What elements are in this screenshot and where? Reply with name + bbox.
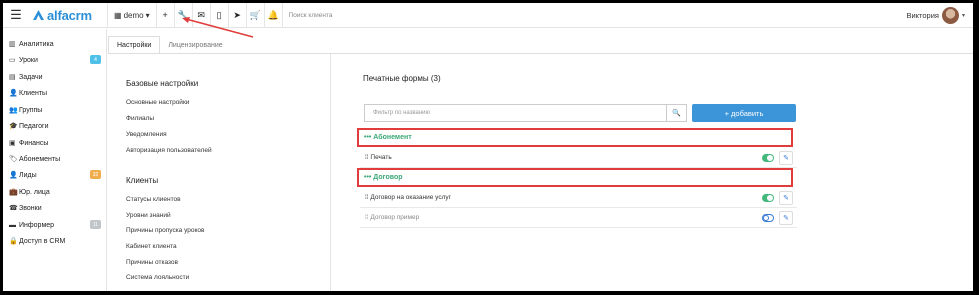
sidebar-item-lessons[interactable]: ▭ Уроки 4 bbox=[9, 53, 101, 67]
sidebar-item-label: Доступ в CRM bbox=[19, 237, 66, 245]
sidebar-item-analytics[interactable]: ▥ Аналитика bbox=[9, 37, 101, 51]
menu-link-client-cabinet[interactable]: Кабинет клиента bbox=[126, 243, 177, 250]
settings-menu: Базовые настройки Основные настройки Фил… bbox=[108, 54, 331, 291]
user-name: Виктория bbox=[906, 11, 939, 20]
add-button[interactable]: + добавить bbox=[692, 104, 796, 122]
sidebar-item-legal-entities[interactable]: 💼 Юр. лица bbox=[9, 185, 101, 199]
sidebar-item-groups[interactable]: 👥 Группы bbox=[9, 103, 101, 117]
menu-link-loyalty-system[interactable]: Система лояльности bbox=[126, 274, 189, 281]
users-icon: 👥 bbox=[9, 107, 18, 114]
tab-licensing[interactable]: Лицензирование bbox=[160, 36, 230, 54]
sidebar-item-label: Аналитика bbox=[19, 40, 54, 48]
toggle-switch[interactable] bbox=[762, 154, 774, 162]
sidebar-item-informer[interactable]: ▬ Информер 11 bbox=[9, 218, 101, 232]
settings-tabs: Настройки Лицензирование bbox=[108, 36, 231, 54]
group-label-subscription[interactable]: ••• Абонемент bbox=[364, 134, 412, 141]
menu-link-branches[interactable]: Филиалы bbox=[126, 115, 154, 122]
pencil-icon[interactable]: ✎ bbox=[779, 191, 793, 205]
top-bar: ☰ alfacrm ▦ demo ▾ + 🔧 ✉ ▯ ➤ 🛒 🔔 Поиск к… bbox=[3, 3, 973, 28]
sidebar-item-teachers[interactable]: 🎓 Педагоги bbox=[9, 119, 101, 133]
tag-icon: 🏷 bbox=[9, 156, 18, 163]
building-icon: ▦ bbox=[114, 10, 122, 20]
phone-call-icon: ☎ bbox=[9, 205, 18, 212]
app-window: ☰ alfacrm ▦ demo ▾ + 🔧 ✉ ▯ ➤ 🛒 🔔 Поиск к… bbox=[3, 3, 973, 291]
informer-icon: ▬ bbox=[9, 221, 16, 229]
pencil-icon[interactable]: ✎ bbox=[779, 211, 793, 225]
tasks-icon: ▤ bbox=[9, 74, 16, 81]
menu-link-user-auth[interactable]: Авторизация пользователей bbox=[126, 147, 212, 154]
toggle-switch[interactable] bbox=[762, 214, 774, 222]
add-button[interactable]: + bbox=[157, 3, 174, 28]
list-item-label: ⁞⁞ Печать bbox=[365, 154, 392, 161]
sidebar-item-label: Информер bbox=[19, 221, 55, 229]
avatar bbox=[941, 7, 959, 24]
chart-icon: ▥ bbox=[9, 41, 16, 48]
section-title-clients: Клиенты bbox=[126, 176, 159, 185]
sidebar-item-tasks[interactable]: ▤ Задачи bbox=[9, 70, 101, 84]
list-item-label: ⁞⁞ Договор пример bbox=[365, 214, 420, 221]
client-search-input[interactable]: Поиск клиента bbox=[283, 12, 333, 19]
lock-icon: 🔒 bbox=[9, 238, 18, 245]
menu-link-main-settings[interactable]: Основные настройки bbox=[126, 99, 189, 106]
list-item[interactable]: ⁞⁞ Печать ✎ bbox=[360, 149, 797, 168]
leads-badge: 32 bbox=[90, 170, 101, 179]
menu-link-client-statuses[interactable]: Статусы клиентов bbox=[126, 196, 181, 203]
sidebar-item-finance[interactable]: ▣ Финансы bbox=[9, 136, 101, 150]
toggle-switch[interactable] bbox=[762, 194, 774, 202]
list-item-label: ⁞⁞ Договор на оказание услуг bbox=[365, 194, 451, 201]
sidebar-item-crm-access[interactable]: 🔒 Доступ в CRM bbox=[9, 234, 101, 248]
section-title-basic: Базовые настройки bbox=[126, 79, 199, 88]
logo[interactable]: alfacrm bbox=[29, 3, 107, 28]
list-item[interactable]: ⁞⁞ Договор пример ✎ bbox=[360, 209, 797, 228]
bell-icon[interactable]: 🔔 bbox=[265, 3, 282, 28]
tab-settings[interactable]: Настройки bbox=[108, 36, 161, 54]
chevron-down-icon: ▾ bbox=[961, 13, 965, 19]
money-icon: ▣ bbox=[9, 140, 16, 147]
sidebar-item-label: Юр. лица bbox=[19, 188, 50, 196]
sidebar-item-label: Звонки bbox=[19, 204, 42, 212]
highlight-box bbox=[357, 168, 793, 187]
sidebar-item-subscriptions[interactable]: 🏷 Абонементы bbox=[9, 152, 101, 166]
lesson-icon: ▭ bbox=[9, 57, 16, 64]
sidebar-item-label: Педагоги bbox=[19, 122, 49, 130]
sidebar-item-label: Группы bbox=[19, 106, 43, 114]
sidebar-item-calls[interactable]: ☎ Звонки bbox=[9, 201, 101, 215]
sidebar-item-label: Уроки bbox=[19, 56, 38, 64]
sidebar-item-label: Клиенты bbox=[19, 89, 48, 97]
list-item[interactable]: ⁞⁞ Договор на оказание услуг ✎ bbox=[360, 189, 797, 208]
informer-badge: 11 bbox=[90, 220, 101, 229]
sidebar-item-leads[interactable]: 👤 Лиды 32 bbox=[9, 168, 101, 182]
logo-mark-icon bbox=[33, 10, 44, 20]
user-icon: 👤 bbox=[9, 90, 18, 97]
print-forms-title: Печатные формы (3) bbox=[363, 74, 441, 83]
search-icon[interactable]: 🔍 bbox=[667, 104, 687, 122]
sidebar-item-label: Лиды bbox=[19, 171, 37, 179]
highlight-box bbox=[357, 128, 793, 147]
lessons-badge: 4 bbox=[90, 55, 101, 64]
sidebar-item-label: Абонементы bbox=[19, 155, 61, 163]
group-label-contract[interactable]: ••• Договор bbox=[364, 174, 403, 181]
sidebar: ▥ Аналитика ▭ Уроки 4 ▤ Задачи 👤 Клиенты… bbox=[3, 29, 107, 291]
menu-link-notifications[interactable]: Уведомления bbox=[126, 131, 167, 138]
pencil-icon[interactable]: ✎ bbox=[779, 151, 793, 165]
leads-icon: 👤 bbox=[9, 172, 18, 179]
sidebar-item-label: Финансы bbox=[19, 139, 49, 147]
menu-link-knowledge-levels[interactable]: Уровни знаний bbox=[126, 212, 171, 219]
sidebar-item-label: Задачи bbox=[19, 73, 43, 81]
menu-link-refusal-reasons[interactable]: Причины отказов bbox=[126, 259, 178, 266]
logo-text: alfacrm bbox=[47, 7, 92, 23]
branch-selector[interactable]: ▦ demo ▾ bbox=[108, 3, 156, 28]
hamburger-menu-icon[interactable]: ☰ bbox=[3, 3, 29, 28]
filter-input[interactable]: Фильтр по названию bbox=[364, 104, 667, 122]
user-menu[interactable]: Виктория ▾ bbox=[906, 3, 965, 28]
graduation-icon: 🎓 bbox=[9, 123, 18, 130]
sidebar-item-clients[interactable]: 👤 Клиенты bbox=[9, 86, 101, 100]
chevron-down-icon: ▾ bbox=[145, 10, 150, 20]
branch-name: demo bbox=[123, 10, 144, 20]
menu-link-absence-reasons[interactable]: Причины пропуска уроков bbox=[126, 227, 205, 234]
briefcase-icon: 💼 bbox=[9, 189, 18, 196]
